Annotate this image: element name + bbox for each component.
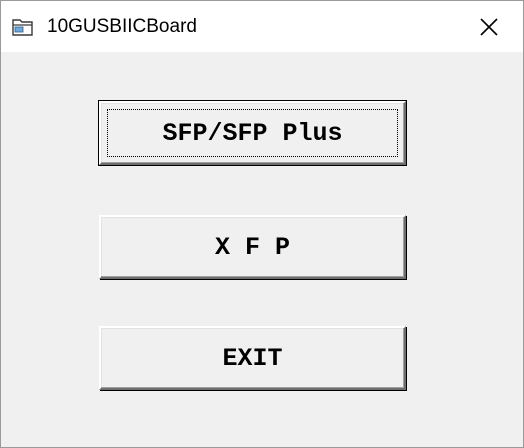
close-button[interactable] <box>469 9 509 45</box>
sfp-button[interactable]: SFP/SFP Plus <box>99 101 406 165</box>
exit-button-label: EXIT <box>222 343 283 373</box>
xfp-button[interactable]: X F P <box>99 215 406 279</box>
title-bar[interactable]: 10GUSBIICBoard <box>1 1 523 52</box>
close-icon <box>480 18 498 36</box>
xfp-button-label: X F P <box>214 232 290 262</box>
dialog-client-area: SFP/SFP Plus X F P EXIT <box>1 52 523 447</box>
window-title: 10GUSBIICBoard <box>47 16 197 37</box>
exit-button[interactable]: EXIT <box>99 326 406 390</box>
folder-icon <box>12 17 34 37</box>
app-window: 10GUSBIICBoard SFP/SFP Plus X F P EXIT <box>0 0 524 448</box>
sfp-button-label: SFP/SFP Plus <box>162 118 343 148</box>
